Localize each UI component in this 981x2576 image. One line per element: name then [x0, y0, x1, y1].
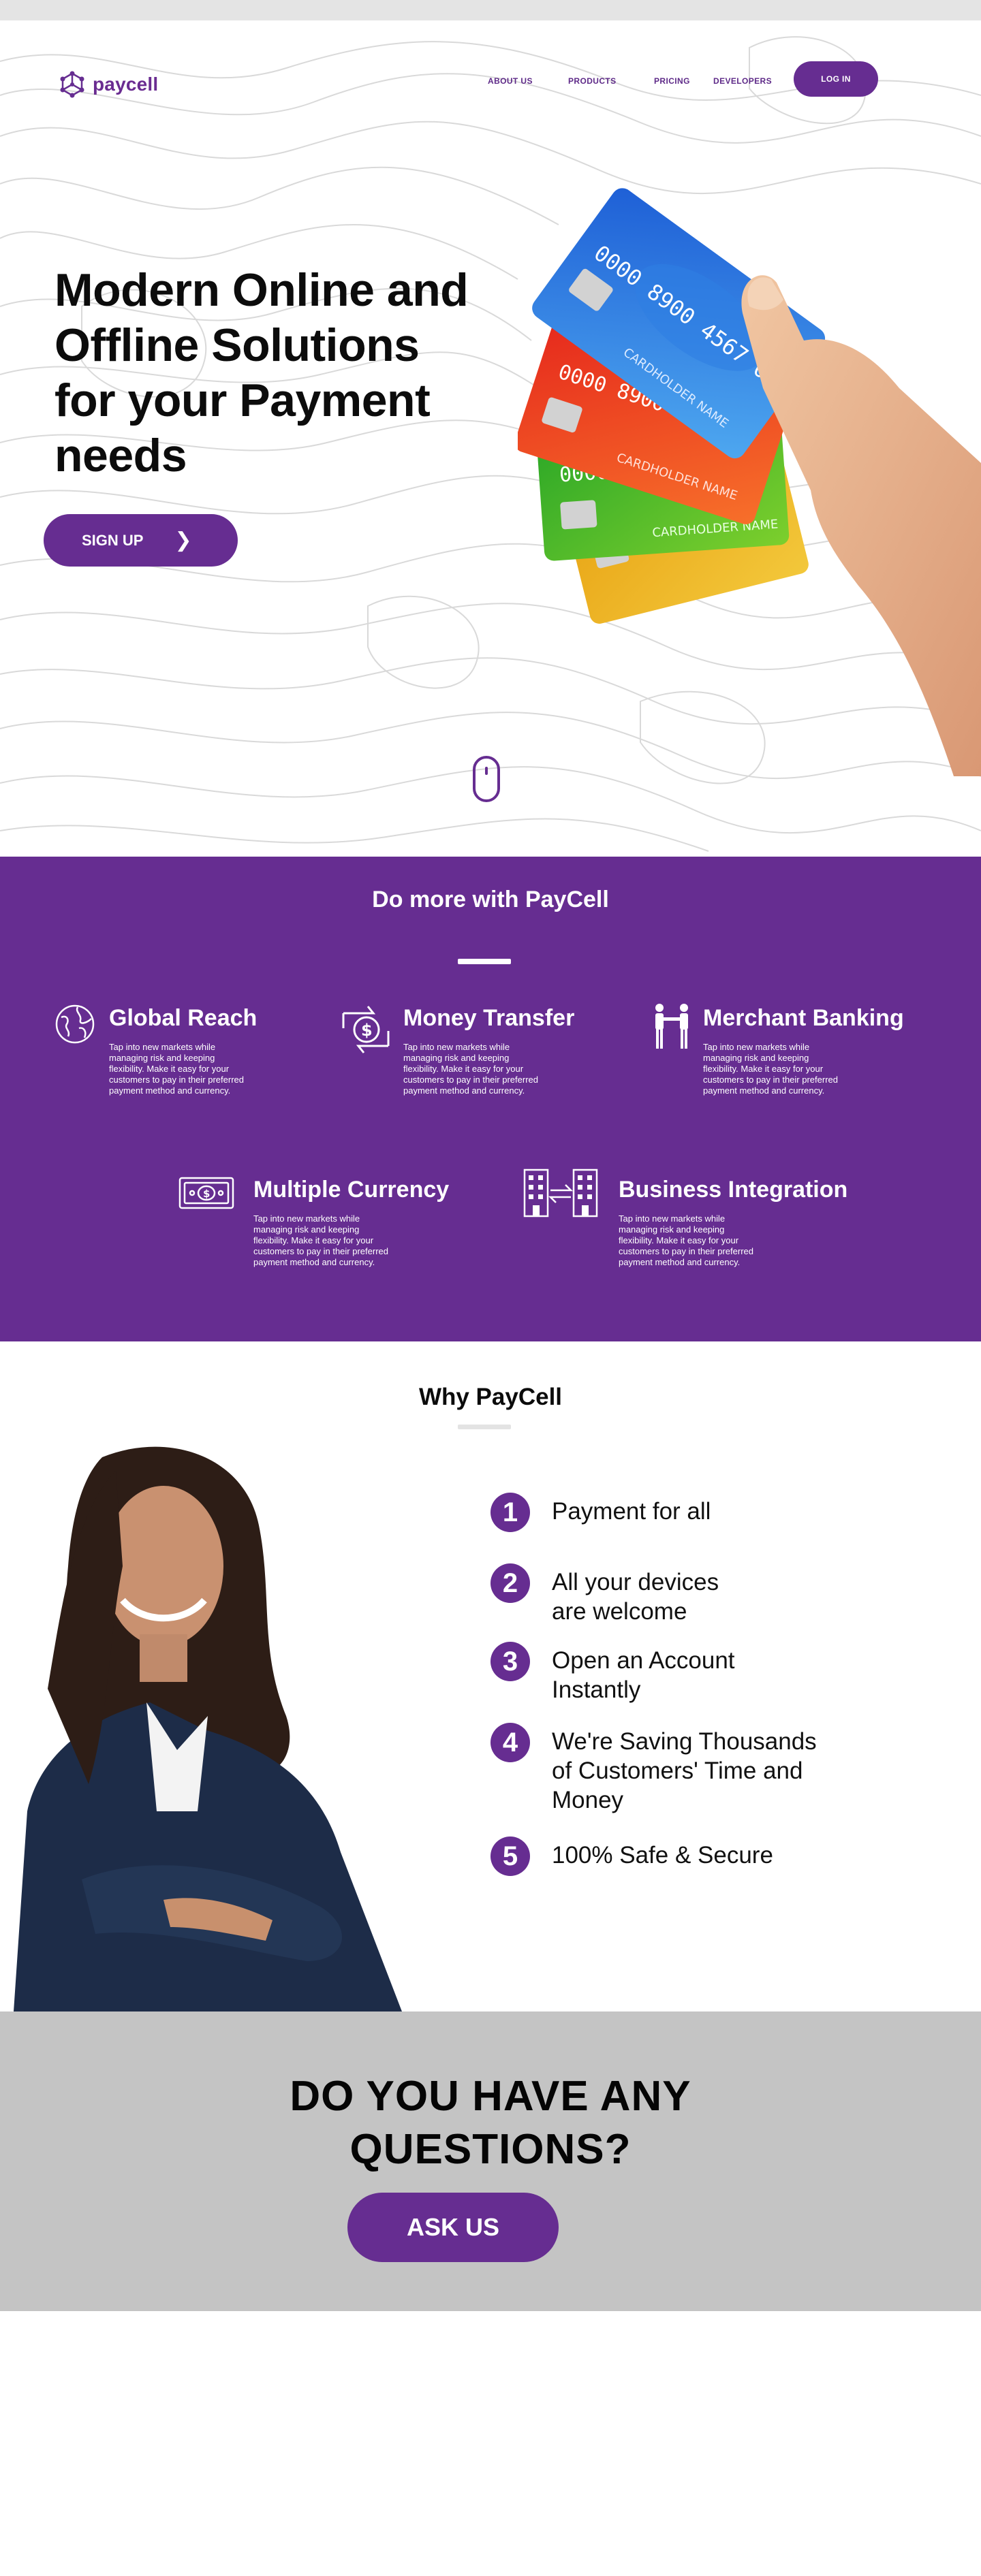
why-item-text: All your devices are welcome	[552, 1569, 719, 1625]
money-transfer-icon: $	[342, 1006, 390, 1053]
nav-link-about-us[interactable]: ABOUT US	[488, 76, 533, 86]
buildings-exchange-icon	[523, 1168, 598, 1218]
ask-us-button[interactable]: ASK US	[347, 2193, 559, 2262]
why-item: 2 All your devices are welcome	[490, 1563, 729, 1626]
svg-text:$: $	[361, 1021, 373, 1040]
why-item: 1 Payment for all	[490, 1493, 838, 1532]
mouse-scroll-icon[interactable]	[473, 756, 500, 802]
nav-link-products[interactable]: PRODUCTS	[568, 76, 617, 86]
banknote-icon: $	[178, 1177, 234, 1209]
why-item-text: Payment for all	[552, 1498, 711, 1525]
why-item-text: We're Saving Thousands of Customers' Tim…	[552, 1728, 817, 1813]
hand-holding-cards-image: 0000 CARDHOLDER NAME 0000 8900 CARDHOLDE…	[518, 188, 981, 776]
feature-description: Tap into new markets while managing risk…	[619, 1213, 753, 1267]
handshake-icon	[655, 1004, 688, 1049]
number-badge: 4	[490, 1723, 530, 1762]
logo[interactable]: paycell	[59, 71, 158, 98]
signup-button[interactable]: SIGN UP ❯	[44, 514, 238, 567]
logo-text: paycell	[93, 74, 159, 95]
page-bottom-blank	[0, 2311, 981, 2576]
nav-link-developers[interactable]: DEVELOPERS	[713, 76, 772, 86]
title-underline	[458, 1425, 511, 1429]
questions-title: DO YOU HAVE ANY QUESTIONS?	[290, 2073, 691, 2173]
hero-title: Modern Online and Offline Solutions for …	[54, 264, 469, 481]
title-underline	[458, 959, 511, 964]
feature-description: Tap into new markets while managing risk…	[109, 1042, 244, 1096]
features-title: Do more with PayCell	[372, 887, 609, 912]
why-item: 5 100% Safe & Secure	[490, 1836, 838, 1876]
feature-description: Tap into new markets while managing risk…	[703, 1042, 838, 1096]
feature-title: Merchant Banking	[703, 1005, 904, 1031]
chevron-right-icon: ❯	[174, 528, 192, 552]
why-title: Why PayCell	[418, 1384, 563, 1410]
login-button[interactable]: LOG IN	[794, 61, 878, 97]
why-section: Why PayCell 1 Payment for all 2 All your…	[0, 1341, 981, 2011]
questions-section: DO YOU HAVE ANY QUESTIONS? ASK US	[0, 2011, 981, 2311]
feature-title: Global Reach	[109, 1005, 258, 1031]
svg-text:$: $	[203, 1188, 210, 1200]
hero-section: paycell ABOUT US PRODUCTS PRICING DEVELO…	[0, 20, 981, 857]
globe-icon	[55, 1004, 95, 1044]
why-item-text: Open an Account Instantly	[552, 1647, 735, 1703]
number-badge: 1	[490, 1493, 530, 1532]
number-badge: 2	[490, 1563, 530, 1603]
feature-description: Tap into new markets while managing risk…	[253, 1213, 388, 1267]
businesswoman-image	[14, 1446, 402, 2011]
why-item: 4 We're Saving Thousands of Customers' T…	[490, 1723, 838, 1815]
feature-title: Multiple Currency	[253, 1177, 450, 1203]
number-badge: 3	[490, 1642, 530, 1681]
signup-label: SIGN UP	[82, 531, 144, 549]
features-section: Do more with PayCell Global Reach Tap in…	[0, 857, 981, 1341]
why-item: 3 Open an Account Instantly	[490, 1642, 756, 1704]
feature-title: Business Integration	[619, 1177, 848, 1203]
hexagon-network-icon	[60, 71, 84, 98]
nav-link-pricing[interactable]: PRICING	[654, 76, 690, 86]
top-navigation: paycell ABOUT US PRODUCTS PRICING DEVELO…	[0, 61, 981, 109]
why-item-text: 100% Safe & Secure	[552, 1842, 773, 1869]
browser-top-strip	[0, 0, 981, 20]
feature-description: Tap into new markets while managing risk…	[403, 1042, 538, 1096]
number-badge: 5	[490, 1836, 530, 1876]
feature-title: Money Transfer	[403, 1005, 575, 1031]
